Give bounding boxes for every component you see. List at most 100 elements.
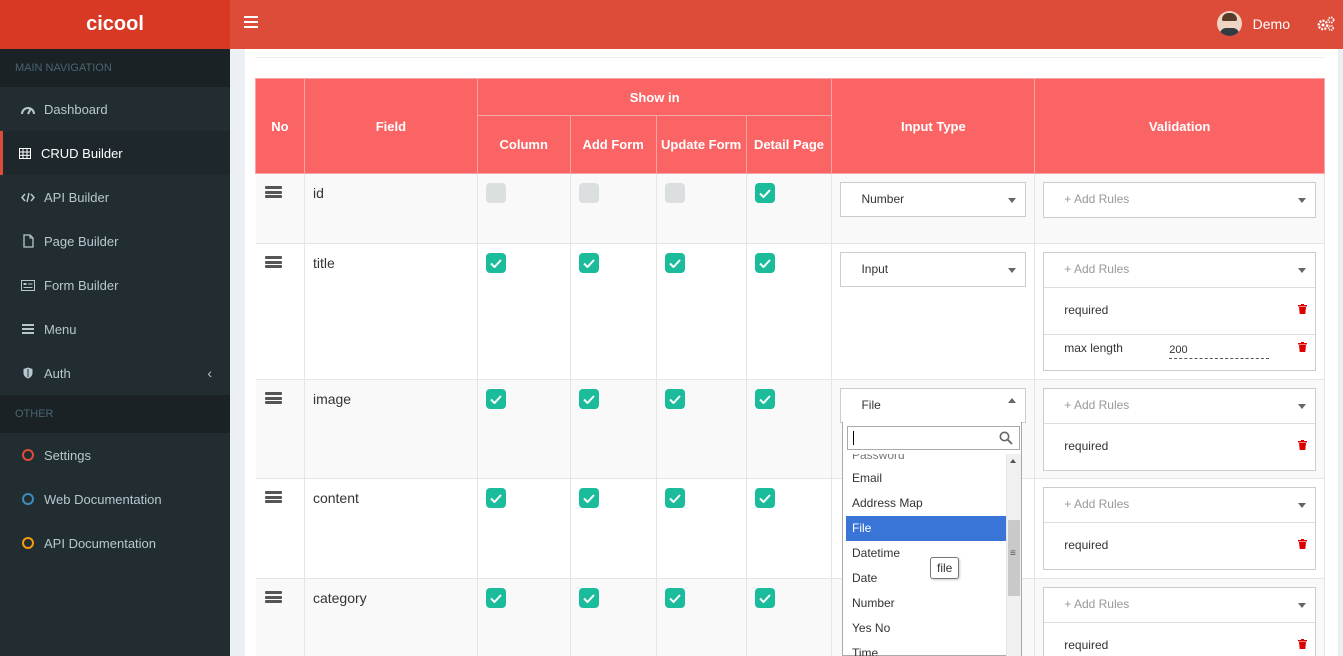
sidebar-item-label: Form Builder bbox=[44, 277, 119, 293]
text-caret bbox=[853, 431, 854, 445]
checkbox-detail-page[interactable] bbox=[754, 183, 775, 203]
chevron-down-icon bbox=[1008, 198, 1017, 203]
dropdown-search-input[interactable] bbox=[847, 426, 1020, 450]
header-validation: Validation bbox=[1034, 78, 1325, 174]
scroll-thumb[interactable] bbox=[1008, 520, 1020, 596]
checkbox-update-form[interactable] bbox=[664, 389, 685, 409]
checkbox-update-form[interactable] bbox=[664, 488, 685, 508]
sidebar-toggle-icon[interactable] bbox=[244, 16, 258, 30]
rule-label: required bbox=[1064, 538, 1109, 552]
table-icon bbox=[18, 146, 32, 160]
checkbox-add-form[interactable] bbox=[578, 488, 599, 508]
checkbox-add-form[interactable] bbox=[578, 389, 599, 409]
add-rules-select[interactable]: + Add Rules bbox=[1044, 488, 1315, 522]
rule-param-input[interactable]: 200 bbox=[1169, 343, 1270, 359]
dropdown-option[interactable]: Password bbox=[846, 454, 1006, 466]
chevron-down-icon bbox=[1298, 503, 1306, 508]
sidebar-item-menu[interactable]: Menu bbox=[0, 307, 230, 351]
dropdown-option-highlighted[interactable]: File bbox=[846, 516, 1006, 541]
dropdown-scrollbar[interactable] bbox=[1006, 454, 1021, 656]
drag-handle-icon[interactable] bbox=[264, 186, 282, 198]
checkbox-detail-page[interactable] bbox=[754, 253, 775, 273]
dropdown-option[interactable]: Number bbox=[846, 591, 1006, 616]
user-name: Demo bbox=[1252, 15, 1290, 32]
dropdown-option[interactable]: Date bbox=[846, 566, 1006, 591]
sidebar-item-form-builder[interactable]: Form Builder bbox=[0, 263, 230, 307]
checkbox-add-form[interactable] bbox=[578, 588, 599, 608]
table-row: title Input + Add Rules required max len… bbox=[255, 243, 1325, 380]
checkbox-column[interactable] bbox=[485, 389, 506, 409]
input-type-select[interactable]: Input bbox=[840, 252, 1027, 287]
dropdown-option[interactable]: Yes No bbox=[846, 616, 1006, 641]
trash-icon[interactable] bbox=[1298, 639, 1307, 649]
sidebar-item-api-builder[interactable]: API Builder bbox=[0, 175, 230, 219]
sidebar-item-dashboard[interactable]: Dashboard bbox=[0, 87, 230, 131]
rule-item: required bbox=[1044, 522, 1315, 569]
checkbox-detail-page[interactable] bbox=[754, 488, 775, 508]
validation-box: + Add Rules required bbox=[1043, 587, 1316, 656]
input-type-select[interactable]: File bbox=[840, 388, 1027, 423]
header-update-form: Update Form bbox=[655, 115, 747, 174]
field-name: content bbox=[312, 490, 359, 506]
file-icon bbox=[21, 234, 35, 248]
add-rules-placeholder: + Add Rules bbox=[1064, 398, 1130, 412]
trash-icon[interactable] bbox=[1298, 304, 1307, 314]
checkbox-update-form[interactable] bbox=[664, 588, 685, 608]
rule-item: required bbox=[1044, 622, 1315, 656]
field-name: id bbox=[312, 185, 324, 201]
sidebar-item-auth[interactable]: Auth ‹ bbox=[0, 351, 230, 395]
trash-icon[interactable] bbox=[1298, 539, 1307, 549]
checkbox-column[interactable] bbox=[485, 253, 506, 273]
header-field: Field bbox=[303, 78, 478, 174]
add-rules-select[interactable]: + Add Rules bbox=[1044, 389, 1315, 423]
circle-icon bbox=[21, 492, 35, 506]
trash-icon[interactable] bbox=[1298, 440, 1307, 450]
user-menu[interactable]: Demo bbox=[1216, 11, 1290, 36]
sidebar-item-web-documentation[interactable]: Web Documentation bbox=[0, 477, 230, 521]
trash-icon[interactable] bbox=[1298, 342, 1307, 352]
checkbox-update-form[interactable] bbox=[664, 253, 685, 273]
gears-icon[interactable] bbox=[1317, 16, 1335, 32]
checkbox-detail-page[interactable] bbox=[754, 389, 775, 409]
app-logo[interactable]: cicool bbox=[0, 0, 230, 49]
drag-handle-icon[interactable] bbox=[264, 591, 282, 603]
circle-icon bbox=[21, 448, 35, 462]
dropdown-option[interactable]: Email bbox=[846, 466, 1006, 491]
drag-handle-icon[interactable] bbox=[264, 256, 282, 268]
header-column: Column bbox=[476, 115, 571, 174]
sidebar-item-label: API Builder bbox=[44, 189, 110, 205]
chevron-left-icon[interactable]: ‹ bbox=[207, 365, 212, 381]
sidebar-item-label: CRUD Builder bbox=[41, 145, 123, 161]
crud-panel: No Field Show in Input Type Validation C… bbox=[255, 57, 1325, 656]
chevron-down-icon bbox=[1008, 268, 1017, 273]
header-input-type: Input Type bbox=[831, 78, 1036, 174]
add-rules-select[interactable]: + Add Rules bbox=[1044, 588, 1315, 622]
dropdown-options: Password Email Address Map File Datetime… bbox=[846, 454, 1006, 656]
sidebar-item-page-builder[interactable]: Page Builder bbox=[0, 219, 230, 263]
nav-section-other: OTHER bbox=[0, 395, 230, 433]
add-rules-select[interactable]: + Add Rules bbox=[1044, 183, 1315, 217]
dropdown-option[interactable]: Address Map bbox=[846, 491, 1006, 516]
input-type-dropdown: Password Email Address Map File Datetime… bbox=[842, 422, 1022, 656]
checkbox-detail-page[interactable] bbox=[754, 588, 775, 608]
checkbox-column[interactable] bbox=[485, 488, 506, 508]
rule-label: max length bbox=[1064, 341, 1123, 355]
dropdown-option[interactable]: Datetime bbox=[846, 541, 1006, 566]
scroll-up-icon[interactable] bbox=[1010, 459, 1016, 463]
checkbox-add-form[interactable] bbox=[578, 183, 599, 203]
input-type-select[interactable]: Number bbox=[840, 182, 1027, 217]
dropdown-option[interactable]: Time bbox=[846, 641, 1006, 656]
sidebar-item-settings[interactable]: Settings bbox=[0, 433, 230, 477]
code-icon bbox=[21, 190, 35, 204]
drag-handle-icon[interactable] bbox=[264, 491, 282, 503]
drag-handle-icon[interactable] bbox=[264, 392, 282, 404]
checkbox-add-form[interactable] bbox=[578, 253, 599, 273]
checkbox-column[interactable] bbox=[485, 588, 506, 608]
header-add-form: Add Form bbox=[569, 115, 657, 174]
search-icon bbox=[999, 431, 1013, 445]
sidebar-item-api-documentation[interactable]: API Documentation bbox=[0, 521, 230, 565]
add-rules-select[interactable]: + Add Rules bbox=[1044, 253, 1315, 287]
sidebar-item-crud-builder[interactable]: CRUD Builder bbox=[0, 131, 230, 175]
checkbox-column[interactable] bbox=[485, 183, 506, 203]
checkbox-update-form[interactable] bbox=[664, 183, 685, 203]
